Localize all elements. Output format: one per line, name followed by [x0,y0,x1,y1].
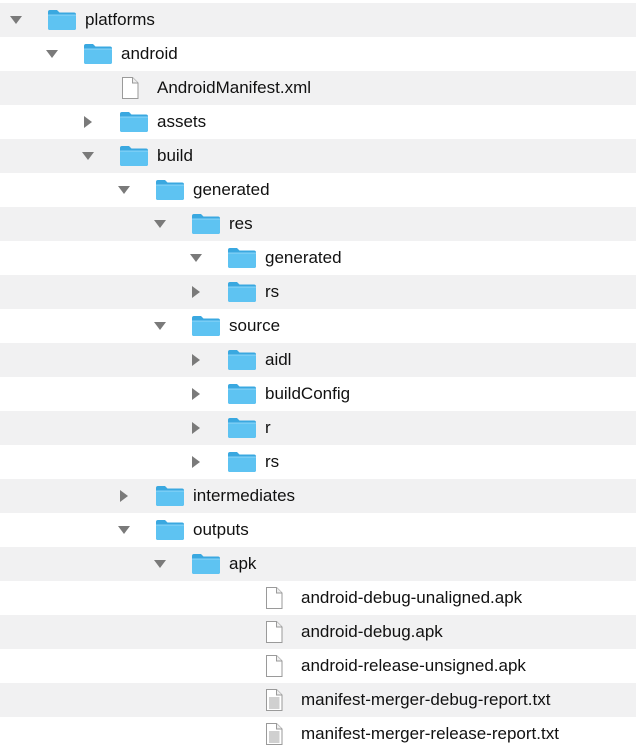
disclosure-triangle-down-icon[interactable] [188,241,204,275]
folder-row[interactable]: aidl [0,343,636,377]
folder-icon [227,377,257,411]
folder-name: r [265,418,271,437]
disclosure-triangle-right-icon[interactable] [116,479,132,513]
folder-icon [119,105,149,139]
folder-row[interactable]: generated [0,173,636,207]
disclosure-triangle-down-icon[interactable] [80,139,96,173]
folder-icon [191,309,221,343]
file-row[interactable]: manifest-merger-release-report.txt [0,717,636,751]
file-row[interactable]: AndroidManifest.xml [0,71,636,105]
disclosure-triangle-down-icon[interactable] [8,3,24,37]
document-icon [259,649,289,683]
file-row[interactable]: android-release-unsigned.apk [0,649,636,683]
folder-icon [227,445,257,479]
folder-icon [119,139,149,173]
file-name: manifest-merger-release-report.txt [301,724,559,743]
folder-name: aidl [265,350,292,369]
folder-icon [83,37,113,71]
file-row[interactable]: android-debug-unaligned.apk [0,581,636,615]
document-icon [115,71,145,105]
document-icon [259,581,289,615]
folder-row[interactable]: generated [0,241,636,275]
disclosure-triangle-down-icon[interactable] [116,173,132,207]
file-tree: platforms android AndroidManifest.xml asset… [0,0,636,753]
file-row[interactable]: manifest-merger-debug-report.txt [0,683,636,717]
file-name: android-debug-unaligned.apk [301,588,523,607]
folder-name: apk [229,554,257,573]
disclosure-triangle-right-icon[interactable] [80,105,96,139]
file-name: android-release-unsigned.apk [301,656,526,675]
folder-row[interactable]: rs [0,275,636,309]
text-document-icon [259,717,289,751]
folder-row[interactable]: rs [0,445,636,479]
folder-icon [155,173,185,207]
file-name: manifest-merger-debug-report.txt [301,690,551,709]
disclosure-triangle-right-icon[interactable] [188,275,204,309]
folder-name: intermediates [193,486,296,505]
folder-row[interactable]: buildConfig [0,377,636,411]
text-document-icon [259,683,289,717]
folder-name: buildConfig [265,384,351,403]
folder-row[interactable]: platforms [0,3,636,37]
folder-row[interactable]: r [0,411,636,445]
folder-icon [227,343,257,377]
folder-icon [47,3,77,37]
folder-name: assets [157,112,207,131]
folder-icon [227,411,257,445]
disclosure-triangle-right-icon[interactable] [188,411,204,445]
folder-row[interactable]: assets [0,105,636,139]
folder-row[interactable]: res [0,207,636,241]
folder-row[interactable]: outputs [0,513,636,547]
folder-name: source [229,316,281,335]
folder-icon [155,513,185,547]
folder-row[interactable]: apk [0,547,636,581]
document-icon [259,615,289,649]
disclosure-triangle-down-icon[interactable] [152,547,168,581]
folder-name: outputs [193,520,249,539]
folder-icon [155,479,185,513]
folder-icon [191,547,221,581]
disclosure-triangle-down-icon[interactable] [116,513,132,547]
folder-icon [191,207,221,241]
folder-name: generated [193,180,270,199]
file-row[interactable]: android-debug.apk [0,615,636,649]
folder-row[interactable]: android [0,37,636,71]
disclosure-triangle-right-icon[interactable] [188,445,204,479]
folder-name: build [157,146,193,165]
disclosure-triangle-down-icon[interactable] [152,207,168,241]
folder-name: android [121,44,178,63]
folder-row[interactable]: source [0,309,636,343]
folder-name: rs [265,452,280,471]
folder-row[interactable]: intermediates [0,479,636,513]
file-name: android-debug.apk [301,622,443,641]
disclosure-triangle-down-icon[interactable] [44,37,60,71]
folder-name: generated [265,248,342,267]
disclosure-triangle-right-icon[interactable] [188,377,204,411]
file-name: AndroidManifest.xml [157,78,312,97]
folder-row[interactable]: build [0,139,636,173]
folder-name: platforms [85,10,155,29]
disclosure-triangle-right-icon[interactable] [188,343,204,377]
disclosure-triangle-down-icon[interactable] [152,309,168,343]
folder-name: res [229,214,253,233]
folder-name: rs [265,282,280,301]
folder-icon [227,241,257,275]
folder-icon [227,275,257,309]
